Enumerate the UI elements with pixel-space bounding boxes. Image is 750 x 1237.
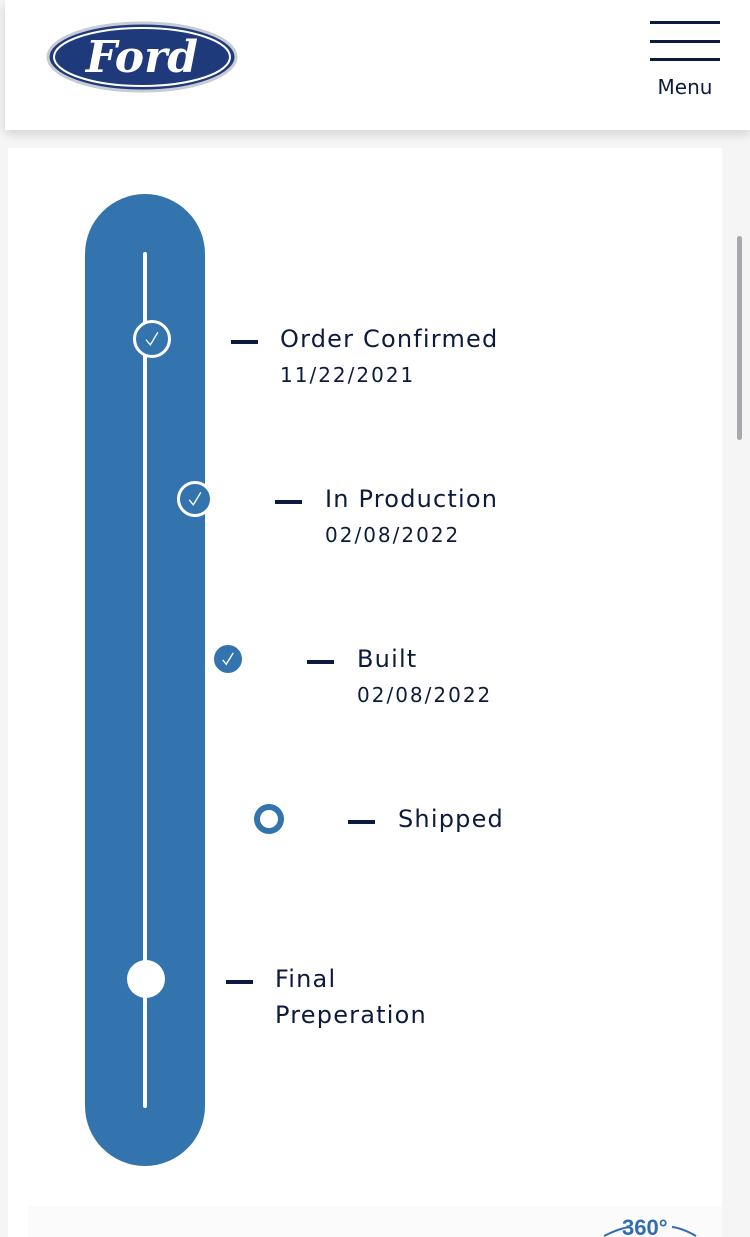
check-icon	[133, 320, 171, 358]
ford-oval-icon: Ford	[46, 21, 238, 93]
step-label-built: Built	[357, 645, 418, 673]
step-dash	[307, 660, 334, 664]
360-view-badge[interactable]: 360°	[600, 1213, 700, 1237]
step-date-in-production: 02/08/2022	[325, 523, 461, 547]
scrollbar[interactable]	[737, 236, 742, 440]
step-label-final: Final	[275, 965, 337, 993]
ford-logo[interactable]: Ford	[45, 20, 239, 94]
current-step-icon	[254, 804, 284, 834]
step-date-order-confirmed: 11/22/2021	[280, 363, 416, 387]
check-icon	[212, 643, 244, 675]
step-dash	[348, 820, 375, 824]
ford-logo-text: Ford	[84, 32, 198, 83]
pending-step-icon	[127, 960, 165, 998]
site-header: Ford Menu	[5, 0, 750, 130]
hamburger-icon	[650, 21, 720, 24]
menu-label: Menu	[657, 75, 713, 99]
check-icon	[177, 481, 213, 517]
step-label-shipped: Shipped	[398, 805, 504, 833]
360-label: 360°	[622, 1215, 668, 1237]
hamburger-icon-bar	[650, 40, 720, 43]
step-label-preperation: Preperation	[275, 1001, 427, 1029]
menu-button[interactable]: Menu	[650, 21, 720, 101]
step-date-built: 02/08/2022	[357, 683, 493, 707]
step-dash	[275, 500, 302, 504]
step-label-in-production: In Production	[325, 485, 499, 513]
hamburger-icon-bar	[650, 58, 720, 61]
step-dash	[231, 340, 258, 344]
step-dash	[226, 980, 253, 984]
step-label-order-confirmed: Order Confirmed	[280, 325, 499, 353]
